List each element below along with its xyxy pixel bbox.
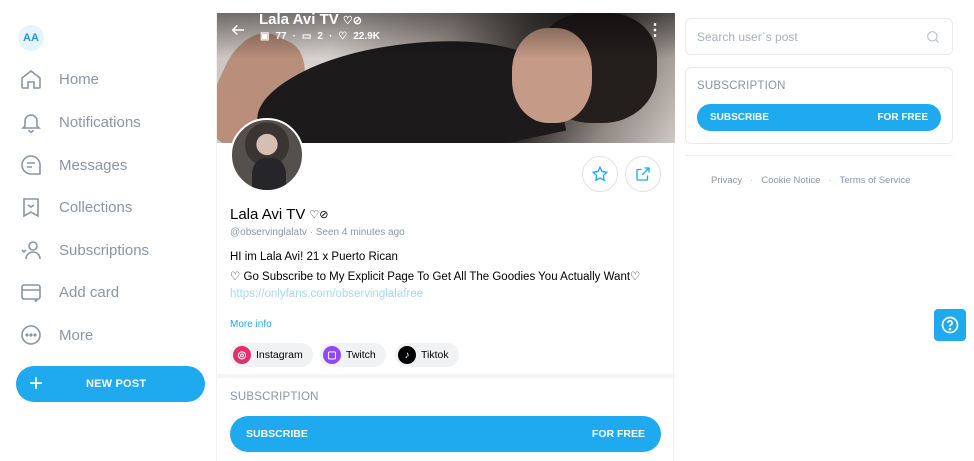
sidebar-item-collections[interactable]: Collections — [16, 192, 206, 222]
instagram-icon: ◎ — [233, 346, 251, 364]
sidebar-item-label: Add card — [59, 283, 120, 301]
star-icon — [591, 165, 609, 182]
home-icon — [16, 64, 46, 94]
search-icon[interactable] — [925, 29, 941, 45]
profile-name: Lala Avi TV ♡⊘ — [230, 206, 329, 223]
tiktok-icon: ♪ — [398, 346, 416, 364]
more-info-link[interactable]: More info — [230, 319, 272, 330]
sidebar-item-subscriptions[interactable]: Subscriptions — [16, 235, 206, 265]
card-icon — [16, 277, 46, 307]
sidebar-item-home[interactable]: Home — [16, 64, 206, 94]
subscription-card: SUBSCRIPTION SUBSCRIBE FOR FREE — [685, 67, 953, 144]
help-button[interactable] — [934, 309, 966, 341]
bio-link[interactable]: https://onlyfans.com/observinglalafree — [230, 288, 423, 300]
share-button[interactable] — [625, 156, 661, 192]
bookmark-icon — [16, 192, 46, 222]
user-avatar[interactable]: AA — [18, 25, 44, 51]
sidebar-item-label: Collections — [59, 198, 133, 216]
sidebar-item-notifications[interactable]: Notifications — [16, 107, 206, 137]
social-link-tiktok[interactable]: ♪ Tiktok — [395, 343, 459, 367]
terms-link[interactable]: Terms of Service — [840, 175, 911, 186]
favorite-button[interactable] — [582, 156, 618, 192]
plus-icon: + — [28, 370, 43, 397]
cookie-notice-link[interactable]: Cookie Notice — [761, 175, 820, 186]
search-input[interactable] — [697, 29, 917, 44]
twitch-icon: ▢ — [323, 346, 341, 364]
share-icon — [636, 167, 650, 181]
divider — [217, 374, 675, 378]
privacy-link[interactable]: Privacy — [711, 175, 742, 186]
more-icon — [16, 320, 46, 350]
divider — [685, 155, 953, 156]
photo-icon: ▣ — [260, 31, 270, 42]
kebab-menu-icon[interactable]: ⋮ — [647, 20, 663, 40]
sidebar-item-add-card[interactable]: Add card — [16, 277, 206, 307]
cover-header: Lala Avi TV ♡⊘ ▣ 77 · ▭ 2 · ♡ 22.9K ⋮ — [217, 13, 675, 53]
bell-icon — [16, 107, 46, 137]
subscription-heading: SUBSCRIPTION — [230, 391, 319, 403]
subscriptions-icon — [16, 235, 46, 265]
footer-links: Privacy · Cookie Notice · Terms of Servi… — [711, 175, 911, 186]
sidebar-item-messages[interactable]: Messages — [16, 150, 206, 180]
subscribe-button[interactable]: SUBSCRIBE FOR FREE — [697, 104, 941, 131]
sidebar-item-label: Messages — [59, 156, 128, 174]
heart-icon: ♡ — [338, 31, 348, 42]
back-arrow-icon[interactable] — [227, 19, 249, 41]
sidebar-item-more[interactable]: More — [16, 320, 206, 350]
verified-icon: ♡⊘ — [309, 209, 329, 221]
sidebar: AA Home Notifications Messages Collectio… — [0, 0, 216, 461]
subscription-heading: SUBSCRIPTION — [697, 80, 786, 92]
verified-icon: ♡⊘ — [342, 15, 362, 27]
new-post-button[interactable]: + NEW POST — [16, 366, 205, 402]
cover-title: Lala Avi TV ♡⊘ — [259, 13, 362, 28]
search-field[interactable] — [685, 18, 953, 55]
sidebar-item-label: Home — [59, 70, 100, 88]
bio-line: ♡ Go Subscribe to My Explicit Page To Ge… — [230, 271, 641, 283]
sidebar-item-label: More — [59, 326, 94, 344]
social-link-instagram[interactable]: ◎ Instagram — [230, 343, 313, 367]
profile-avatar[interactable] — [230, 118, 304, 192]
video-icon: ▭ — [301, 31, 312, 42]
profile-column: Lala Avi TV ♡⊘ ▣ 77 · ▭ 2 · ♡ 22.9K ⋮ La… — [216, 13, 675, 461]
question-icon — [941, 316, 959, 334]
message-icon — [16, 150, 46, 180]
bio-line: HI im Lala Avi! 21 x Puerto Rican — [230, 251, 398, 263]
subscribe-button[interactable]: SUBSCRIBE FOR FREE — [230, 416, 661, 452]
sidebar-item-label: Subscriptions — [59, 241, 150, 259]
sidebar-item-label: Notifications — [59, 113, 141, 131]
social-link-twitch[interactable]: ▢ Twitch — [320, 343, 386, 367]
profile-handle: @observinglalatv · Seen 4 minutes ago — [230, 227, 405, 238]
profile-stats: ▣ 77 · ▭ 2 · ♡ 22.9K — [260, 31, 380, 42]
